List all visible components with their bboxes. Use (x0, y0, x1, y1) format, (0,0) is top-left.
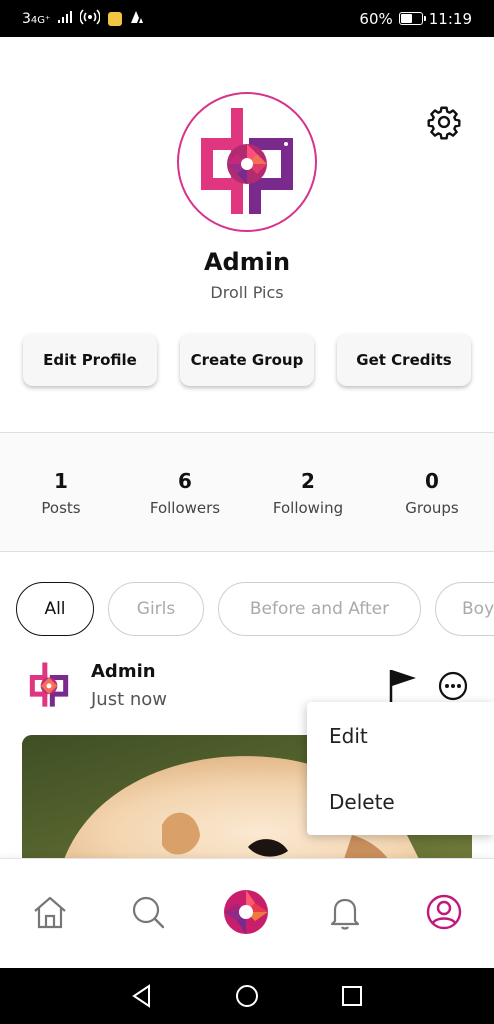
flag-icon[interactable] (387, 668, 419, 704)
camera-aperture-icon[interactable] (223, 889, 269, 935)
hotspot-icon (79, 8, 101, 30)
home-icon[interactable] (27, 889, 73, 935)
post-author-name[interactable]: Admin (91, 661, 156, 682)
filter-chip-boy[interactable]: Boy (435, 582, 494, 636)
stat-following[interactable]: 2 Following (248, 469, 368, 517)
home-circle-icon[interactable] (233, 982, 261, 1010)
battery-percent: 60% (359, 9, 393, 28)
stat-posts-label: Posts (41, 499, 81, 517)
filter-chip-before-and-after[interactable]: Before and After (218, 582, 421, 636)
stat-groups-label: Groups (405, 499, 459, 517)
post-timestamp: Just now (91, 689, 168, 710)
stat-followers-label: Followers (149, 499, 221, 517)
signal-icon (58, 10, 73, 27)
menu-item-edit[interactable]: Edit (329, 724, 368, 748)
create-group-button[interactable]: Create Group (180, 334, 314, 386)
menu-item-delete[interactable]: Delete (329, 790, 395, 814)
stat-followers[interactable]: 6 Followers (125, 469, 245, 517)
notification-app-icon (108, 11, 123, 26)
stat-groups[interactable]: 0 Groups (372, 469, 492, 517)
stat-groups-value: 0 (425, 469, 439, 493)
more-options-icon[interactable] (438, 671, 468, 701)
status-right: 60% 11:19 (359, 10, 472, 28)
bell-icon[interactable] (322, 889, 368, 935)
filter-chip-all[interactable]: All (16, 582, 94, 636)
network-type: 34G⁺ (22, 10, 51, 27)
search-icon[interactable] (125, 889, 171, 935)
system-navigation-bar (0, 968, 494, 1024)
edit-profile-button[interactable]: Edit Profile (23, 334, 157, 386)
post-author-avatar[interactable] (24, 660, 74, 710)
status-bar: 34G⁺ 60% 11:19 (0, 0, 494, 37)
profile-name: Admin (203, 248, 291, 276)
stat-following-value: 2 (301, 469, 315, 493)
filter-chip-girls[interactable]: Girls (108, 582, 204, 636)
app-logo-icon (130, 10, 144, 28)
get-credits-button[interactable]: Get Credits (337, 334, 471, 386)
bottom-navigation (0, 858, 494, 968)
battery-icon (398, 12, 426, 25)
profile-subtitle: Droll Pics (210, 283, 284, 302)
post-options-menu: Edit Delete (307, 702, 494, 835)
back-icon[interactable] (128, 982, 156, 1010)
stat-posts-value: 1 (54, 469, 68, 493)
stat-following-label: Following (272, 499, 344, 517)
gear-icon[interactable] (426, 104, 462, 140)
clock: 11:19 (428, 9, 472, 28)
profile-avatar[interactable] (177, 92, 317, 232)
profile-stats: 1 Posts 6 Followers 2 Following 0 Groups (0, 432, 494, 552)
droll-pics-logo (201, 108, 293, 214)
battery-level (400, 14, 412, 23)
stat-posts[interactable]: 1 Posts (1, 469, 121, 517)
stat-followers-value: 6 (178, 469, 192, 493)
recents-icon[interactable] (338, 982, 366, 1010)
profile-icon[interactable] (421, 889, 467, 935)
status-left: 34G⁺ (22, 8, 144, 30)
